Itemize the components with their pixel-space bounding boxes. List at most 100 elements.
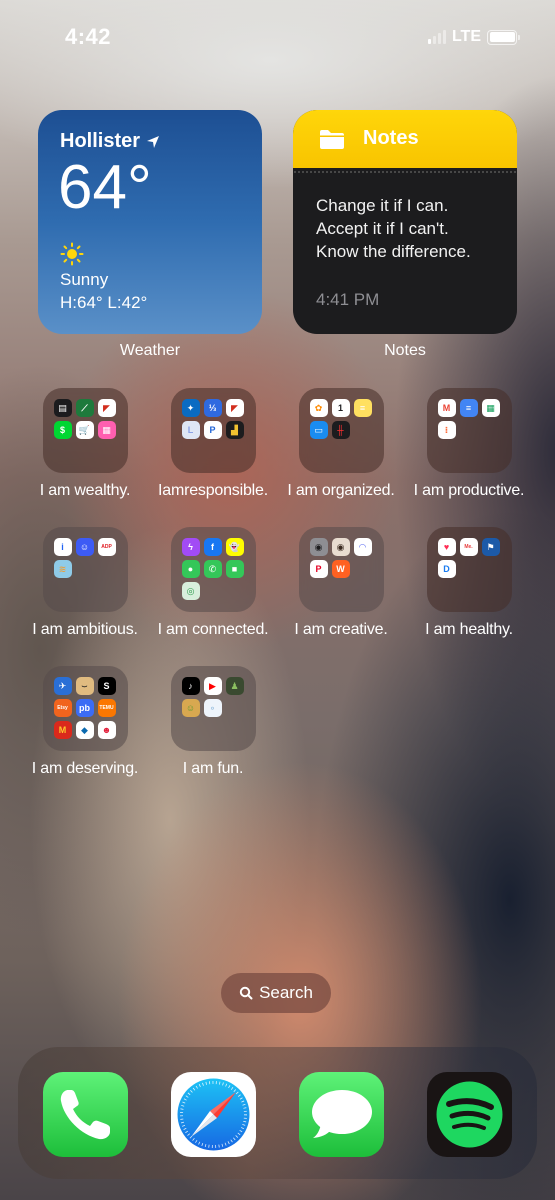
dock-app-spotify[interactable] — [427, 1072, 512, 1157]
status-indicators: LTE — [427, 28, 520, 46]
messages-icon — [312, 1090, 372, 1138]
folder-icon-box[interactable]: i ☺ ADP ≋ — [42, 527, 128, 612]
notes-divider — [293, 171, 517, 173]
network-type: LTE — [451, 28, 481, 45]
status-time: 4:42 — [65, 24, 112, 49]
folder-icon-box[interactable]: ◉ ◉ ◠ P W — [298, 527, 384, 612]
folder-label: I am ambitious. — [32, 621, 138, 638]
planner-icon: ≋ — [53, 560, 72, 578]
folder-icon-box[interactable]: ϟ f 👻 ● ✆ ■ ◎ — [170, 527, 256, 612]
folder-label: I am wealthy. — [39, 482, 131, 499]
safari-icon — [177, 1078, 250, 1151]
files-icon: ▭ — [309, 421, 328, 439]
facebook-icon: f — [203, 538, 222, 556]
sheets-icon: ▦ — [481, 399, 500, 417]
weather-temperature: 64° — [58, 153, 152, 222]
indeed-icon: i — [53, 538, 72, 556]
dominos-icon: ◆ — [75, 721, 94, 739]
tiktok-icon: ♪ — [181, 677, 200, 695]
capital-one-icon: ◤ — [97, 399, 116, 417]
folder-label: I am organized. — [287, 482, 395, 499]
folder-app-grid: ◉ ◉ ◠ P W — [309, 538, 372, 578]
weather-city: Hollister — [60, 130, 141, 152]
notes-header: Notes — [293, 110, 517, 168]
folder-app-grid: ✦ ⅓ ◤ L P ▟ — [181, 399, 244, 439]
folder-icon-box[interactable]: ✦ ⅓ ◤ L P ▟ — [170, 388, 256, 473]
phone-icon: ✆ — [203, 560, 222, 578]
folder-label: I am connected. — [157, 621, 269, 638]
weather-high-low: H:64° L:42° — [60, 293, 148, 312]
d-icon: D — [437, 560, 456, 578]
note-line: Change it if I can. — [316, 196, 449, 215]
etsy-icon: Etsy — [53, 699, 72, 717]
folder-icon-box[interactable]: ♥ Me. ⚑ D — [426, 527, 512, 612]
shield-icon: ✦ — [181, 399, 200, 417]
shein-icon: S — [97, 677, 116, 695]
folder-app-grid: ✿ 1 ≡ ▭ ╫ — [309, 399, 372, 439]
dock-app-phone[interactable] — [43, 1072, 128, 1157]
weather-widget-label: Weather — [119, 342, 181, 359]
messenger-icon: ϟ — [181, 538, 200, 556]
folder[interactable]: M ≡ ▦ ⁝ I am productive. — [405, 388, 533, 500]
status-bar: 4:42 LTE — [0, 22, 555, 54]
folder[interactable]: ✿ 1 ≡ ▭ ╫ I am organized. — [277, 388, 405, 500]
search-icon — [239, 986, 253, 1000]
folder[interactable]: ▤ ⟋ ◤ $ 🛒 ▦ I am wealthy. — [21, 388, 149, 500]
folder-icon-box[interactable]: ✿ 1 ≡ ▭ ╫ — [298, 388, 384, 473]
folder-icon-box[interactable]: M ≡ ▦ ⁝ — [426, 388, 512, 473]
folder-app-grid: ✈ ⌣ S Etsy pb TEMU M ◆ ☻ — [53, 677, 116, 739]
voice-memos-icon: ╫ — [331, 421, 350, 439]
folder-app-grid: M ≡ ▦ ⁝ — [437, 399, 500, 439]
reminders-icon: ⁝ — [437, 421, 456, 439]
fitness-icon: ⚑ — [481, 538, 500, 556]
folder-label: I am healthy. — [425, 621, 513, 638]
pinterest-icon: P — [309, 560, 328, 578]
wallet-icon: ▤ — [53, 399, 72, 417]
store-icon: ▦ — [97, 421, 116, 439]
search-button[interactable]: Search — [221, 973, 331, 1013]
camera-icon: ◉ — [309, 538, 328, 556]
folder[interactable]: ♥ Me. ⚑ D I am healthy. — [405, 527, 533, 639]
notes-widget-label: Notes — [384, 342, 426, 359]
folder[interactable]: ϟ f 👻 ● ✆ ■ ◎ I am connected. — [149, 527, 277, 639]
folder-icon-box[interactable]: ♪ ▶ ♟ ☺ ∘ — [170, 666, 256, 751]
youtube-icon: ▶ — [203, 677, 222, 695]
photos-icon: ✿ — [309, 399, 328, 417]
delivery-icon: ✈ — [53, 677, 72, 695]
bubbles-icon: ∘ — [203, 699, 222, 717]
adp-icon: ADP — [97, 538, 116, 556]
facetime-icon: ■ — [225, 560, 244, 578]
gmail-icon: M — [437, 399, 456, 417]
weather-condition: Sunny — [60, 270, 109, 289]
l-icon: L — [181, 421, 200, 439]
folder[interactable]: i ☺ ADP ≋ I am ambitious. — [21, 527, 149, 639]
wattpad-icon: W — [331, 560, 350, 578]
bank-icon: ⟋ — [75, 399, 94, 417]
picsart-icon: ◠ — [353, 538, 372, 556]
cellular-signal-icon — [427, 30, 446, 44]
folder-icon-box[interactable]: ✈ ⌣ S Etsy pb TEMU M ◆ ☻ — [42, 666, 128, 751]
me-icon: Me. — [459, 538, 478, 556]
robot-icon: ☺ — [75, 538, 94, 556]
weather-widget[interactable]: Hollister 64° Sunny H:64° L:42° — [38, 110, 262, 334]
cart-icon: 🛒 — [75, 421, 94, 439]
spotify-icon — [436, 1081, 503, 1148]
health-icon: ♥ — [437, 538, 456, 556]
folder[interactable]: ♪ ▶ ♟ ☺ ∘ I am fun. — [149, 666, 277, 778]
dock-app-messages[interactable] — [299, 1072, 384, 1157]
folder[interactable]: ◉ ◉ ◠ P W I am creative. — [277, 527, 405, 639]
notes-widget[interactable]: Notes Change it if I can. Accept it if I… — [293, 110, 517, 334]
weather-city-row: Hollister — [60, 130, 160, 153]
location-arrow-icon — [147, 135, 160, 148]
mcdonalds-icon: M — [53, 721, 72, 739]
folder-label: I am fun. — [182, 760, 244, 777]
dock-app-safari[interactable] — [171, 1072, 256, 1157]
folder[interactable]: ✦ ⅓ ◤ L P ▟ Iamresponsible. — [149, 388, 277, 500]
temu-icon: TEMU — [97, 699, 116, 717]
folder[interactable]: ✈ ⌣ S Etsy pb TEMU M ◆ ☻ I am deserving. — [21, 666, 149, 778]
folder-app-grid: ▤ ⟋ ◤ $ 🛒 ▦ — [53, 399, 116, 439]
snapchat-icon: 👻 — [225, 538, 244, 556]
folder-app-grid: ♪ ▶ ♟ ☺ ∘ — [181, 677, 244, 717]
folder-label: I am creative. — [294, 621, 388, 638]
folder-icon-box[interactable]: ▤ ⟋ ◤ $ 🛒 ▦ — [42, 388, 128, 473]
